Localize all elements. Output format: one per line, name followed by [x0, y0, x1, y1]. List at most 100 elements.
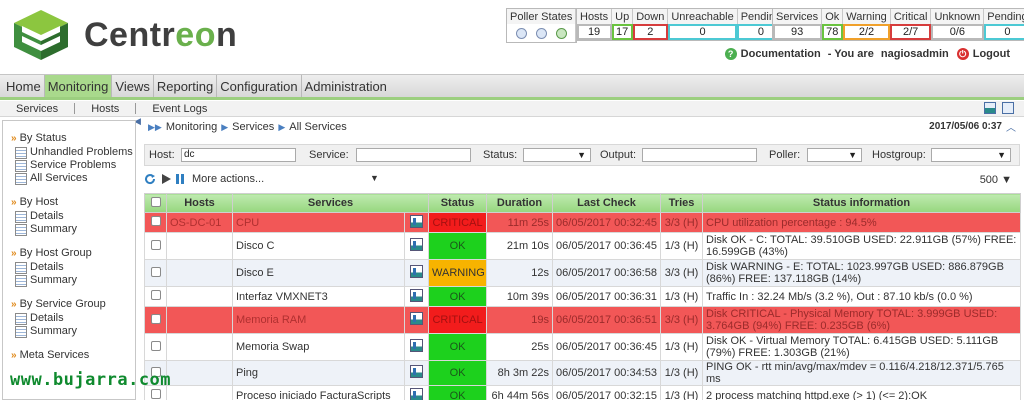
table-row[interactable]: Disco C OK 21m 10s 06/05/2017 00:36:45 1/3 (…	[144, 232, 1022, 260]
row-host[interactable]	[166, 232, 233, 260]
chevron-up-icon[interactable]: ︿	[1006, 119, 1016, 134]
row-graph-icon[interactable]	[403, 360, 430, 386]
row-host[interactable]	[166, 385, 233, 400]
nav-servicegroup-details[interactable]: Details	[3, 312, 135, 325]
services-critical[interactable]: 2/7	[890, 24, 932, 40]
menu-monitoring[interactable]: Monitoring	[44, 75, 113, 97]
table-row[interactable]: Ping OK 8h 3m 22s 06/05/2017 00:34:53 1/3 (H…	[144, 360, 1022, 386]
row-host[interactable]	[166, 259, 233, 287]
col-services[interactable]: Services	[231, 193, 430, 213]
more-actions-select[interactable]: More actions...	[192, 173, 264, 185]
row-graph-icon[interactable]	[403, 385, 430, 400]
services-warning[interactable]: 2/2	[842, 24, 891, 40]
row-host[interactable]	[166, 286, 233, 307]
nav-hostgroup-summary[interactable]: Summary	[3, 274, 135, 287]
submenu-services[interactable]: Services	[0, 103, 74, 115]
service-filter-input[interactable]	[356, 148, 471, 162]
row-service[interactable]: Disco E	[232, 259, 405, 287]
host-filter-input[interactable]: dc	[181, 148, 296, 162]
poller-settings-icon[interactable]	[535, 27, 547, 39]
menu-home[interactable]: Home	[3, 75, 45, 97]
col-last-check[interactable]: Last Check	[552, 193, 662, 213]
select-all-checkbox[interactable]	[144, 193, 167, 213]
chevron-down-icon[interactable]: ▼	[370, 173, 379, 183]
table-row[interactable]: OS-DC-01 CPU CRITICAL 11m 25s 06/05/2017 00:…	[144, 212, 1022, 233]
nav-hostgroup-details[interactable]: Details	[3, 261, 135, 274]
table-row[interactable]: Memoria RAM CRITICAL 19s 06/05/2017 00:36:5…	[144, 306, 1022, 334]
col-duration[interactable]: Duration	[486, 193, 554, 213]
hosts-unreachable[interactable]: 0	[667, 24, 738, 40]
hosts-total[interactable]: 19	[577, 24, 613, 40]
row-host[interactable]	[166, 306, 233, 334]
row-service[interactable]: Ping	[232, 360, 405, 386]
logout-link[interactable]: Logout	[973, 48, 1010, 60]
refresh-icon[interactable]	[144, 173, 156, 185]
col-status[interactable]: Status	[428, 193, 488, 213]
breadcrumb-all-services[interactable]: All Services	[289, 121, 346, 133]
hosts-up[interactable]: 17	[611, 24, 634, 40]
row-checkbox[interactable]	[144, 333, 167, 361]
row-checkbox[interactable]	[144, 286, 167, 307]
row-checkbox[interactable]	[144, 232, 167, 260]
submenu-event-logs[interactable]: Event Logs	[136, 103, 223, 115]
row-checkbox[interactable]	[144, 212, 167, 233]
row-service[interactable]: Disco C	[232, 232, 405, 260]
services-pending[interactable]: 0	[983, 24, 1024, 40]
poller-database-icon[interactable]	[555, 27, 567, 39]
nav-service-problems[interactable]: Service Problems	[3, 159, 135, 172]
hosts-down[interactable]: 2	[632, 24, 669, 40]
col-hosts[interactable]: Hosts	[166, 193, 233, 213]
hostgroup-filter-select[interactable]: ▼	[931, 148, 1011, 162]
row-host[interactable]	[166, 333, 233, 361]
menu-configuration[interactable]: Configuration	[217, 75, 302, 97]
per-page-select[interactable]: 500 ▼	[980, 174, 1012, 186]
row-service[interactable]: Interfaz VMXNET3	[232, 286, 405, 307]
submenu-hosts[interactable]: Hosts	[75, 103, 135, 115]
poller-ok-icon[interactable]	[515, 27, 527, 39]
table-row[interactable]: Memoria Swap OK 25s 06/05/2017 00:36:45 1/3 …	[144, 333, 1022, 361]
menu-reporting[interactable]: Reporting	[154, 75, 218, 97]
table-row[interactable]: Disco E WARNING 12s 06/05/2017 00:36:58 3/3 …	[144, 259, 1022, 287]
menu-administration[interactable]: Administration	[302, 75, 390, 97]
row-service[interactable]: CPU	[232, 212, 405, 233]
row-service[interactable]: Memoria Swap	[232, 333, 405, 361]
row-graph-icon[interactable]	[403, 259, 430, 287]
table-row[interactable]: Interfaz VMXNET3 OK 10m 39s 06/05/2017 00:3…	[144, 286, 1022, 307]
nav-unhandled-problems[interactable]: Unhandled Problems	[3, 146, 135, 159]
row-host[interactable]: OS-DC-01	[166, 212, 233, 233]
breadcrumb-monitoring[interactable]: Monitoring	[166, 121, 217, 133]
document-icon[interactable]	[1002, 102, 1014, 114]
nav-host-summary[interactable]: Summary	[3, 223, 135, 236]
row-checkbox[interactable]	[144, 259, 167, 287]
services-unknown[interactable]: 0/6	[930, 24, 985, 40]
nav-servicegroup-summary[interactable]: Summary	[3, 325, 135, 338]
poller-filter-select[interactable]: ▼	[807, 148, 862, 162]
col-tries[interactable]: Tries	[660, 193, 704, 213]
row-graph-icon[interactable]	[403, 306, 430, 334]
output-filter-input[interactable]	[642, 148, 757, 162]
row-graph-icon[interactable]	[403, 286, 430, 307]
status-filter-select[interactable]: ▼	[523, 148, 591, 162]
logout-icon[interactable]: ⏻	[956, 48, 969, 60]
row-host[interactable]	[166, 360, 233, 386]
menu-views[interactable]: Views	[112, 75, 154, 97]
row-service[interactable]: Memoria RAM	[232, 306, 405, 334]
centreon-logo[interactable]: Centreon	[12, 8, 252, 64]
graph-icon[interactable]	[984, 102, 996, 114]
table-row[interactable]: Proceso iniciado FacturaScripts OK 6h 44m …	[144, 385, 1022, 400]
row-service[interactable]: Proceso iniciado FacturaScripts	[232, 385, 405, 400]
nav-group-meta-services[interactable]: » Meta Services	[3, 343, 135, 363]
nav-host-details[interactable]: Details	[3, 210, 135, 223]
row-graph-icon[interactable]	[403, 232, 430, 260]
row-graph-icon[interactable]	[403, 212, 430, 233]
services-total[interactable]: 93	[773, 24, 823, 40]
col-status-information[interactable]: Status information	[702, 193, 1022, 213]
nav-all-services[interactable]: All Services	[3, 172, 135, 185]
documentation-link[interactable]: Documentation	[741, 48, 821, 60]
breadcrumb-services[interactable]: Services	[232, 121, 274, 133]
row-graph-icon[interactable]	[403, 333, 430, 361]
play-icon[interactable]	[160, 173, 172, 185]
services-ok[interactable]: 78	[821, 24, 844, 40]
pause-icon[interactable]	[174, 173, 186, 185]
row-checkbox[interactable]	[144, 306, 167, 334]
